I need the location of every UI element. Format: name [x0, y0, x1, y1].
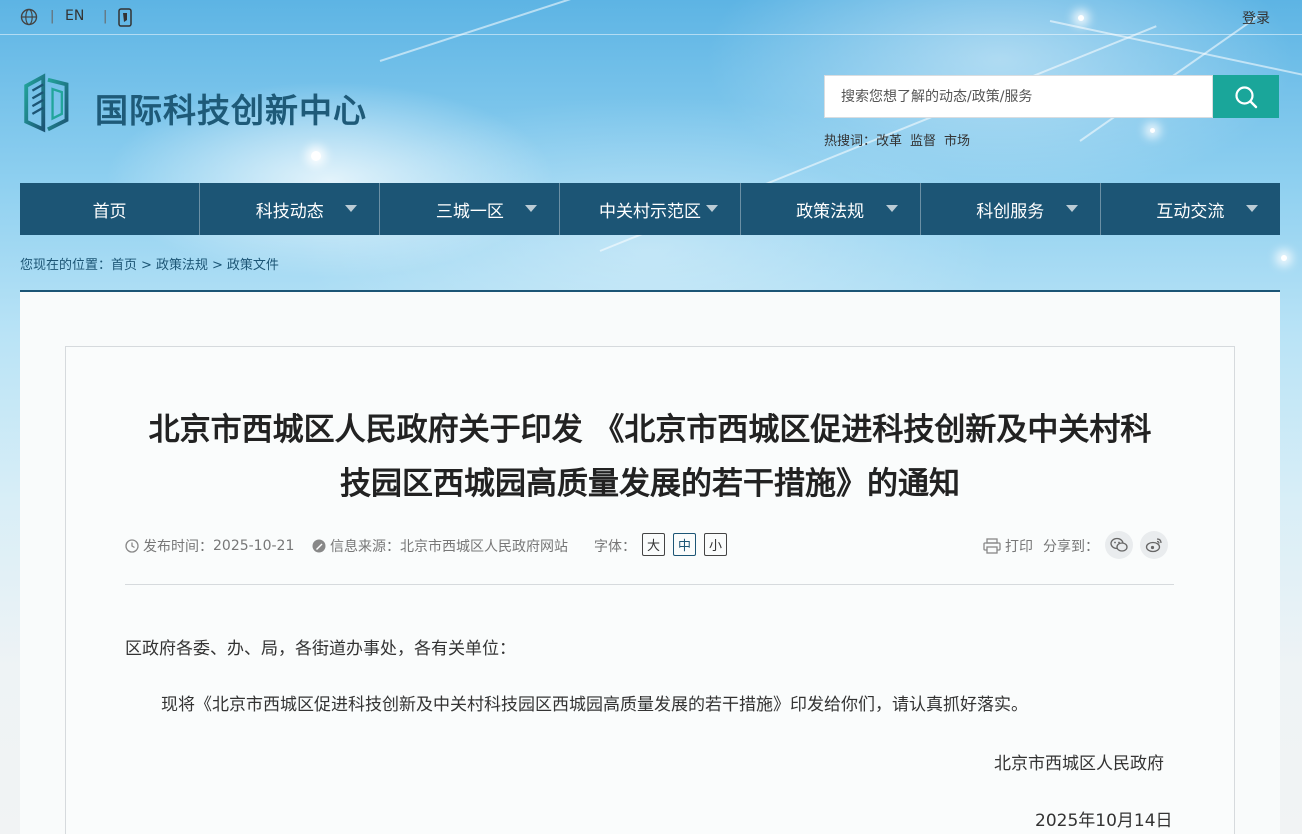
hot-search-term[interactable]: 改革	[876, 134, 902, 149]
light-sparkle	[1150, 128, 1155, 133]
nav-item-label: 首页	[92, 201, 127, 222]
top-utility-bar: | EN | 登录	[0, 0, 1302, 35]
hot-search-label: 热搜词：	[824, 134, 877, 149]
search-box	[824, 75, 1279, 118]
font-size-label-text: 字体：	[594, 539, 636, 555]
breadcrumb-label: 您现在的位置：	[20, 258, 112, 273]
search-input[interactable]	[824, 75, 1213, 118]
search-icon	[1235, 85, 1258, 108]
breadcrumb-link-policy[interactable]: 政策法规	[156, 258, 208, 273]
chevron-down-icon	[345, 205, 358, 212]
source-icon	[312, 539, 326, 553]
print-button[interactable]: 打印	[983, 536, 1033, 556]
font-size-label: 字体：	[594, 536, 636, 556]
info-source: 信息来源： 北京市西城区人民政府网站	[312, 536, 568, 556]
article-meta: 发布时间： 2025-10-21 信息来源： 北京市西城区人民政府网站 字体： 大 …	[125, 531, 1174, 559]
share-label: 分享到：	[1043, 536, 1099, 556]
info-source-value: 北京市西城区人民政府网站	[400, 539, 568, 555]
nav-item-label: 三城一区	[435, 201, 504, 222]
site-logo-icon[interactable]	[20, 67, 82, 139]
nav-item-label: 政策法规	[796, 201, 865, 222]
chevron-down-icon	[1065, 205, 1078, 212]
hot-search-term[interactable]: 监督	[910, 134, 936, 149]
article-title-line: 技园区西城园高质量发展的若干措施》的通知	[340, 466, 960, 502]
chevron-down-icon	[525, 205, 538, 212]
publish-time-value: 2025-10-21	[213, 538, 295, 554]
nav-item-three-cities[interactable]: 三城一区	[380, 183, 561, 235]
chevron-down-icon	[885, 205, 898, 212]
share-wechat-button[interactable]	[1105, 531, 1133, 559]
divider: |	[103, 9, 108, 24]
breadcrumb-separator: >	[141, 258, 152, 273]
language-switch-link[interactable]: EN	[65, 8, 84, 24]
site-logo-text[interactable]: 国际科技创新中心	[95, 84, 367, 132]
light-sparkle	[1281, 255, 1287, 261]
search-button[interactable]	[1213, 75, 1279, 118]
meta-divider	[125, 584, 1174, 585]
nav-item-label: 互动交流	[1156, 201, 1225, 222]
divider: |	[50, 9, 55, 24]
nav-item-label: 中关村示范区	[598, 201, 701, 222]
chevron-down-icon	[1245, 205, 1258, 212]
globe-icon[interactable]	[20, 8, 38, 26]
article-body-paragraph: 现将《北京市西城区促进科技创新及中关村科技园区西城园高质量发展的若干措施》印发给…	[161, 695, 1028, 715]
article-date: 2025年10月14日	[1035, 811, 1173, 831]
font-size-small-button[interactable]: 小	[704, 533, 727, 556]
printer-icon	[983, 538, 1001, 554]
nav-item-label: 科创服务	[976, 201, 1045, 222]
print-label: 打印	[1005, 539, 1033, 555]
clock-icon	[125, 539, 139, 553]
publish-time-label: 发布时间：	[143, 539, 213, 555]
nav-item-interaction[interactable]: 互动交流	[1101, 183, 1280, 235]
nav-item-policy[interactable]: 政策法规	[741, 183, 921, 235]
breadcrumb-separator: >	[211, 258, 223, 273]
info-source-label: 信息来源：	[330, 539, 400, 555]
nav-item-tech-news[interactable]: 科技动态	[200, 183, 381, 235]
main-navigation: 首页 科技动态 三城一区 中关村示范区 政策法规 科创服务 互动交流	[20, 183, 1280, 235]
font-size-large-button[interactable]: 大	[642, 533, 665, 556]
share-weibo-button[interactable]	[1140, 531, 1168, 559]
article-salutation: 区政府各委、办、局，各街道办事处，各有关单位：	[125, 639, 516, 659]
breadcrumb-link-home[interactable]: 首页	[111, 258, 137, 273]
weibo-icon	[1145, 538, 1162, 553]
light-sparkle	[311, 151, 321, 161]
hot-search-term[interactable]: 市场	[944, 134, 970, 149]
wechat-icon	[1110, 537, 1128, 552]
nav-item-label: 科技动态	[255, 201, 324, 222]
chevron-down-icon	[705, 205, 718, 212]
mobile-icon[interactable]	[118, 8, 132, 27]
nav-item-zhongguancun[interactable]: 中关村示范区	[560, 183, 741, 235]
article-signature: 北京市西城区人民政府	[994, 754, 1164, 774]
login-link[interactable]: 登录	[1242, 8, 1270, 28]
breadcrumb-link-documents[interactable]: 政策文件	[227, 258, 279, 273]
publish-time: 发布时间： 2025-10-21	[125, 536, 294, 556]
breadcrumb: 您现在的位置：首页 > 政策法规 > 政策文件	[20, 254, 283, 273]
nav-item-home[interactable]: 首页	[20, 183, 201, 235]
share-label-text: 分享到：	[1043, 539, 1099, 555]
nav-item-services[interactable]: 科创服务	[921, 183, 1101, 235]
font-size-medium-button[interactable]: 中	[673, 533, 696, 556]
article-title: 北京市西城区人民政府关于印发 《北京市西城区促进科技创新及中关村科 技园区西城园…	[125, 403, 1175, 511]
hot-search-terms: 热搜词：改革 监督 市场	[824, 130, 978, 149]
article-title-line: 北京市西城区人民政府关于印发 《北京市西城区促进科技创新及中关村科	[148, 412, 1152, 448]
